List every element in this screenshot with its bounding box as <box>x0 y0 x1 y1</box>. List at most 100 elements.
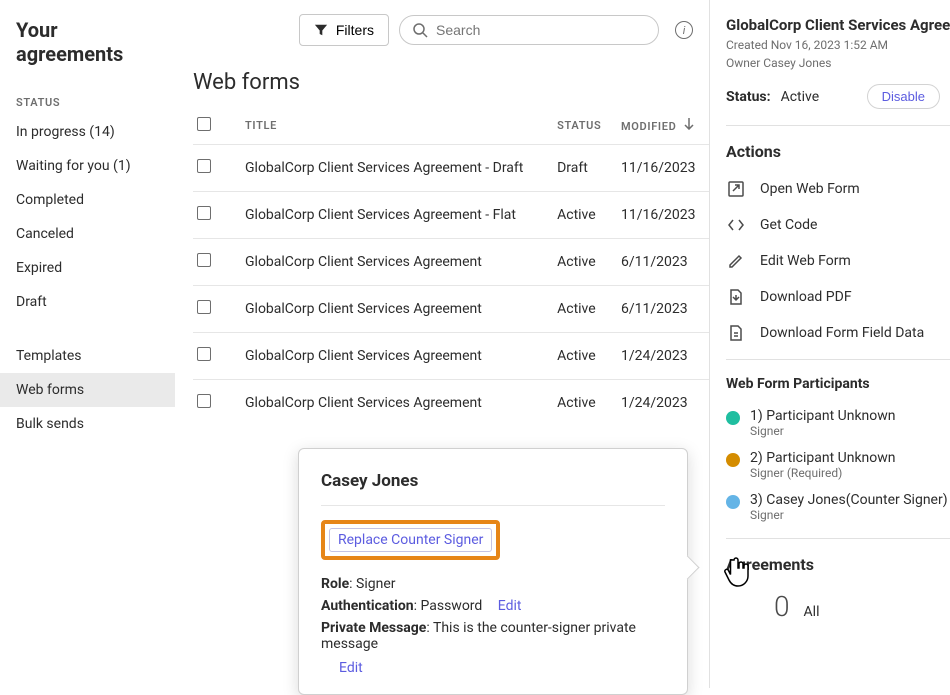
row-status: Active <box>549 286 613 333</box>
search-icon <box>412 22 428 38</box>
download-icon <box>726 324 746 342</box>
row-checkbox[interactable] <box>197 394 211 408</box>
agreements-all: All <box>804 604 820 620</box>
row-checkbox[interactable] <box>197 300 211 314</box>
action-label: Download PDF <box>760 289 852 305</box>
action-label: Get Code <box>760 217 817 233</box>
open-icon <box>726 180 746 198</box>
pm-label: Private Message <box>321 620 426 636</box>
participant-name: 2) Participant Unknown <box>750 450 896 466</box>
row-modified: 6/11/2023 <box>613 286 709 333</box>
replace-counter-signer-link[interactable]: Replace Counter Signer <box>329 528 492 552</box>
row-modified: 1/24/2023 <box>613 333 709 380</box>
role-label: Role <box>321 576 349 592</box>
row-status: Active <box>549 192 613 239</box>
detail-title: GlobalCorp Client Services Agreement <box>726 16 950 34</box>
action-label: Download Form Field Data <box>760 325 924 341</box>
row-status: Active <box>549 239 613 286</box>
code-icon <box>726 216 746 234</box>
action-pdf[interactable]: Download PDF <box>726 279 950 315</box>
sidebar-status-item[interactable]: Completed <box>0 183 175 217</box>
row-modified: 11/16/2023 <box>613 192 709 239</box>
action-edit[interactable]: Edit Web Form <box>726 243 950 279</box>
row-title: GlobalCorp Client Services Agreement <box>237 286 549 333</box>
page-title: Your agreements <box>0 18 175 90</box>
table-row[interactable]: GlobalCorp Client Services Agreement - F… <box>193 192 709 239</box>
sidebar-status-item[interactable]: Waiting for you (1) <box>0 149 175 183</box>
participant-role: Signer (Required) <box>750 466 896 480</box>
action-label: Open Web Form <box>760 181 860 197</box>
role-value: Signer <box>356 576 395 592</box>
row-status: Active <box>549 333 613 380</box>
row-status: Draft <box>549 145 613 192</box>
row-title: GlobalCorp Client Services Agreement - F… <box>237 192 549 239</box>
col-status[interactable]: STATUS <box>549 107 613 145</box>
col-title[interactable]: TITLE <box>237 107 549 145</box>
table-row[interactable]: GlobalCorp Client Services AgreementActi… <box>193 333 709 380</box>
search-input[interactable] <box>436 22 646 38</box>
participants-heading: Web Form Participants <box>726 359 950 402</box>
status-value: Active <box>781 89 820 105</box>
detail-created: Created Nov 16, 2023 1:52 AM <box>726 38 950 52</box>
participant-name: 1) Participant Unknown <box>750 408 896 424</box>
action-open[interactable]: Open Web Form <box>726 171 950 207</box>
col-modified[interactable]: MODIFIED <box>613 107 709 145</box>
auth-label: Authentication <box>321 598 414 614</box>
row-title: GlobalCorp Client Services Agreement <box>237 239 549 286</box>
participant-role: Signer <box>750 508 948 522</box>
row-checkbox[interactable] <box>197 347 211 361</box>
sidebar-status-item[interactable]: Expired <box>0 251 175 285</box>
agreements-count: 0 <box>774 590 790 623</box>
disable-button[interactable]: Disable <box>867 84 940 109</box>
status-label: Status: <box>726 89 771 105</box>
table-row[interactable]: GlobalCorp Client Services Agreement - D… <box>193 145 709 192</box>
edit-auth-link[interactable]: Edit <box>498 598 522 614</box>
participant-role: Signer <box>750 424 896 438</box>
participant-row[interactable]: 1) Participant UnknownSigner <box>726 402 950 444</box>
auth-value: Password <box>420 598 482 614</box>
participant-name: 3) Casey Jones(Counter Signer) <box>750 492 948 508</box>
info-icon[interactable]: i <box>675 21 693 39</box>
action-label: Edit Web Form <box>760 253 851 269</box>
sidebar-status-item[interactable]: In progress (14) <box>0 115 175 149</box>
participant-row[interactable]: 3) Casey Jones(Counter Signer)Signer <box>726 486 950 528</box>
sidebar-group-item[interactable]: Web forms <box>0 373 175 407</box>
table-row[interactable]: GlobalCorp Client Services AgreementActi… <box>193 239 709 286</box>
row-title: GlobalCorp Client Services Agreement <box>237 333 549 380</box>
search-field[interactable] <box>399 15 659 45</box>
sort-down-icon <box>684 118 694 130</box>
row-checkbox[interactable] <box>197 253 211 267</box>
row-modified: 11/16/2023 <box>613 145 709 192</box>
status-heading: STATUS <box>0 90 175 115</box>
action-code[interactable]: Get Code <box>726 207 950 243</box>
popover-name: Casey Jones <box>321 471 665 491</box>
row-modified: 6/11/2023 <box>613 239 709 286</box>
participant-dot-icon <box>726 453 740 467</box>
row-title: GlobalCorp Client Services Agreement - D… <box>237 145 549 192</box>
agreements-heading: Agreements <box>726 538 950 584</box>
select-all-checkbox[interactable] <box>197 117 211 131</box>
participant-dot-icon <box>726 411 740 425</box>
edit-icon <box>726 252 746 270</box>
table-row[interactable]: GlobalCorp Client Services AgreementActi… <box>193 286 709 333</box>
webforms-table: TITLE STATUS MODIFIED GlobalCorp Client … <box>193 107 709 426</box>
row-checkbox[interactable] <box>197 206 211 220</box>
sidebar-status-item[interactable]: Draft <box>0 285 175 319</box>
participant-popover: Casey Jones Replace Counter Signer Role:… <box>298 448 688 695</box>
filters-label: Filters <box>336 22 374 38</box>
replace-highlight: Replace Counter Signer <box>321 520 500 560</box>
action-download[interactable]: Download Form Field Data <box>726 315 950 351</box>
edit-pm-link[interactable]: Edit <box>339 660 363 676</box>
row-modified: 1/24/2023 <box>613 380 709 427</box>
actions-heading: Actions <box>726 126 950 171</box>
sidebar-group-item[interactable]: Templates <box>0 339 175 373</box>
sidebar-group-item[interactable]: Bulk sends <box>0 407 175 441</box>
filter-icon <box>314 23 328 37</box>
table-row[interactable]: GlobalCorp Client Services AgreementActi… <box>193 380 709 427</box>
sidebar-status-item[interactable]: Canceled <box>0 217 175 251</box>
detail-owner: Owner Casey Jones <box>726 56 950 70</box>
participant-row[interactable]: 2) Participant UnknownSigner (Required) <box>726 444 950 486</box>
row-checkbox[interactable] <box>197 159 211 173</box>
filters-button[interactable]: Filters <box>299 14 389 46</box>
participant-dot-icon <box>726 495 740 509</box>
